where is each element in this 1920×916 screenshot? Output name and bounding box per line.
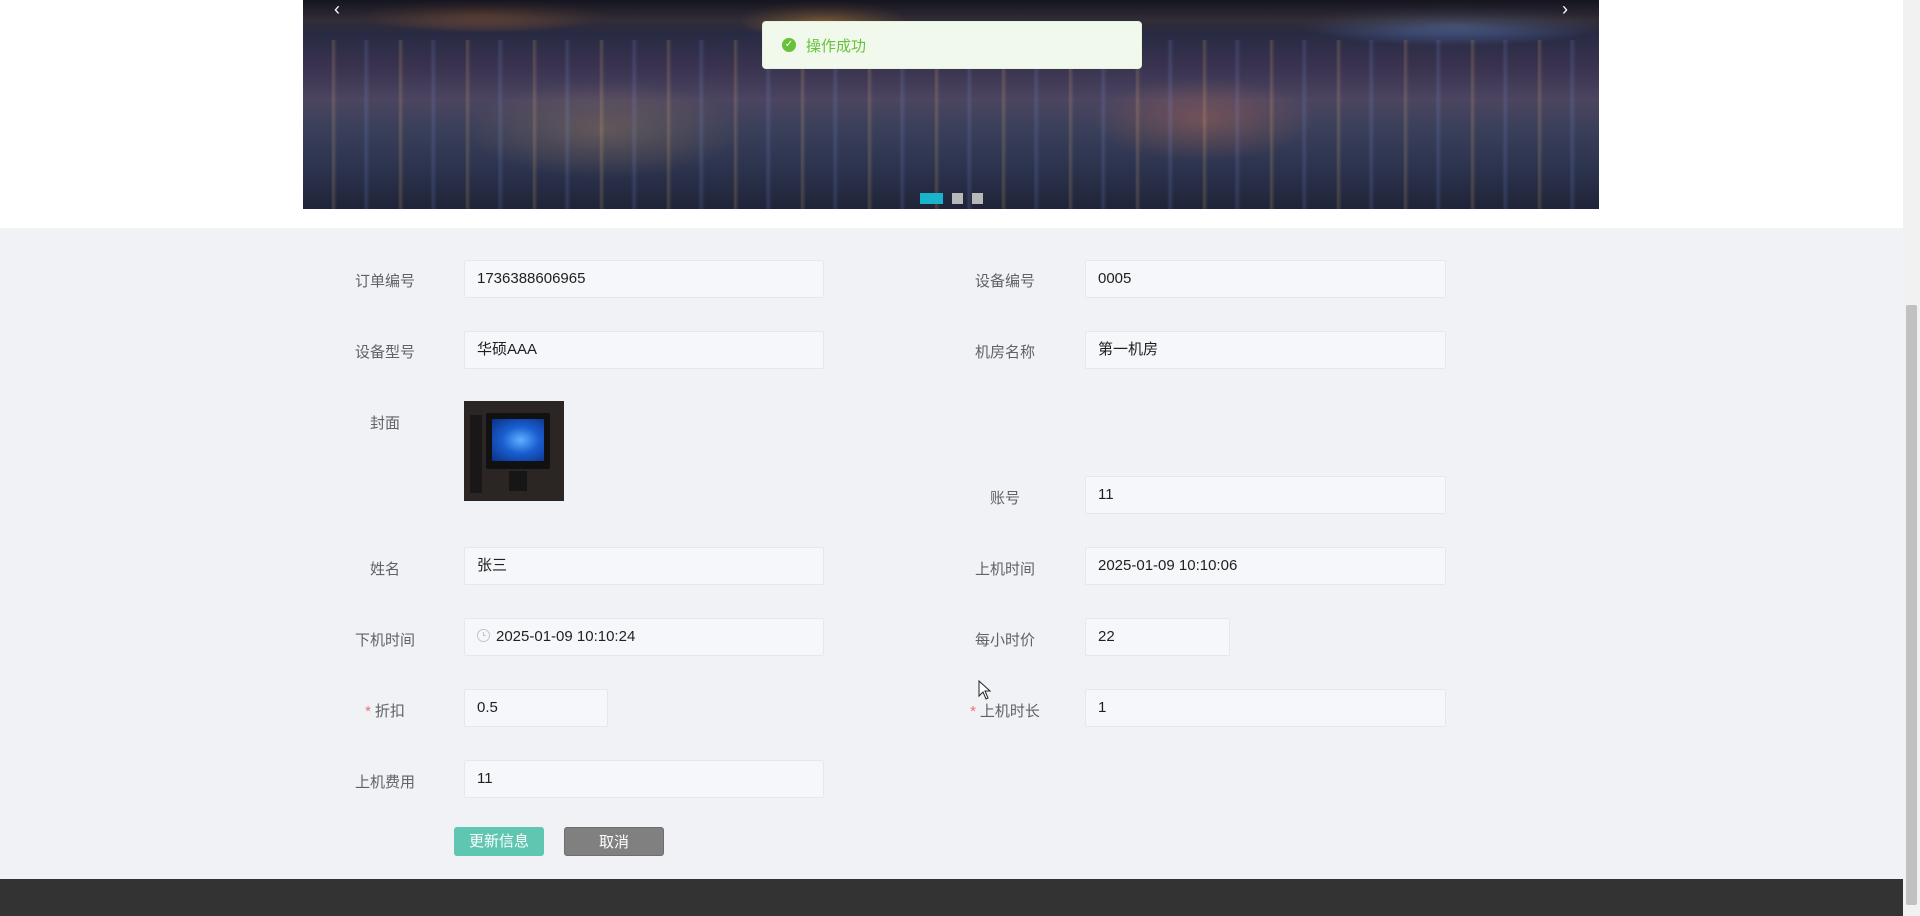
toast-message: 操作成功 [806,37,867,55]
discount-input[interactable]: 0.5 [464,689,608,727]
cover-image-stand [509,471,527,491]
hourly-price-input[interactable]: 22 [1085,618,1230,656]
cover-image-screen [492,419,544,461]
end-time-value: 2025-01-09 10:10:24 [496,628,636,645]
order-no-label: 订单编号 [354,273,415,290]
mouse-cursor-icon [978,680,992,700]
discount-label-text: 折扣 [374,703,405,720]
carousel-prev-icon[interactable]: ‹ [327,0,347,20]
hourly-price-label: 每小时价 [974,632,1035,649]
start-time-label: 上机时间 [974,561,1035,578]
scrollbar-thumb[interactable] [1906,305,1917,905]
end-time-picker[interactable]: 2025-01-09 10:10:24 [464,618,824,656]
cover-label: 封面 [369,415,400,432]
end-time-label: 下机时间 [354,632,415,649]
name-input[interactable]: 张三 [464,547,824,585]
carousel-next-icon[interactable]: › [1555,0,1575,20]
room-name-label: 机房名称 [974,344,1035,361]
clock-icon [477,629,490,642]
cancel-button[interactable]: 取消 [564,827,664,856]
account-input[interactable]: 11 [1085,476,1446,514]
device-no-input[interactable]: 0005 [1085,260,1446,298]
order-no-input[interactable]: 1736388606965 [464,260,824,298]
device-model-input[interactable]: 华硕AAA [464,331,824,369]
carousel-indicator-2[interactable] [952,193,963,204]
duration-label-text: 上机时长 [979,703,1040,720]
start-time-input[interactable]: 2025-01-09 10:10:06 [1085,547,1446,585]
device-model-label: 设备型号 [354,344,415,361]
cover-image-tower [470,415,482,493]
fee-input[interactable]: 11 [464,760,824,798]
cover-image-monitor [486,413,550,469]
fee-label: 上机费用 [354,774,415,791]
check-circle-icon: ✓ [782,38,796,52]
carousel-indicator-3[interactable] [972,193,983,204]
update-info-button[interactable]: 更新信息 [454,827,544,856]
duration-label: * 上机时长 [945,700,1065,721]
device-no-label: 设备编号 [974,273,1035,290]
room-name-input[interactable]: 第一机房 [1085,331,1446,369]
duration-input[interactable]: 1 [1085,689,1446,727]
carousel-indicator-1[interactable] [920,193,943,204]
page-scrollbar[interactable] [1903,0,1920,916]
discount-label: * 折扣 [325,700,445,721]
required-mark: * [970,703,976,720]
required-mark: * [365,703,371,720]
page: ‹ › ✓ 操作成功 订单编号 1736388606965 设备编号 0005 … [0,0,1920,916]
success-toast: ✓ 操作成功 [762,21,1142,69]
cover-image[interactable] [464,401,564,501]
footer [0,879,1903,916]
carousel-indicators [920,193,983,204]
name-label: 姓名 [369,561,400,578]
account-label: 账号 [989,490,1020,507]
